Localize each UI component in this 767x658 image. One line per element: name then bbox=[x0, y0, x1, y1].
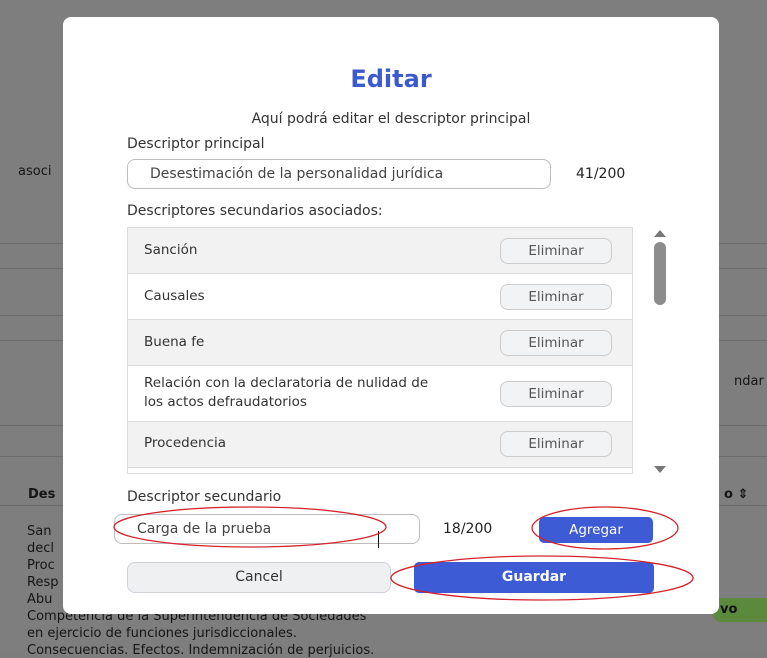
annotation-circle-save bbox=[390, 555, 694, 601]
annotation-circle-input bbox=[113, 506, 387, 548]
annotation-overlay bbox=[113, 506, 694, 601]
annotation-circle-add bbox=[531, 506, 679, 550]
